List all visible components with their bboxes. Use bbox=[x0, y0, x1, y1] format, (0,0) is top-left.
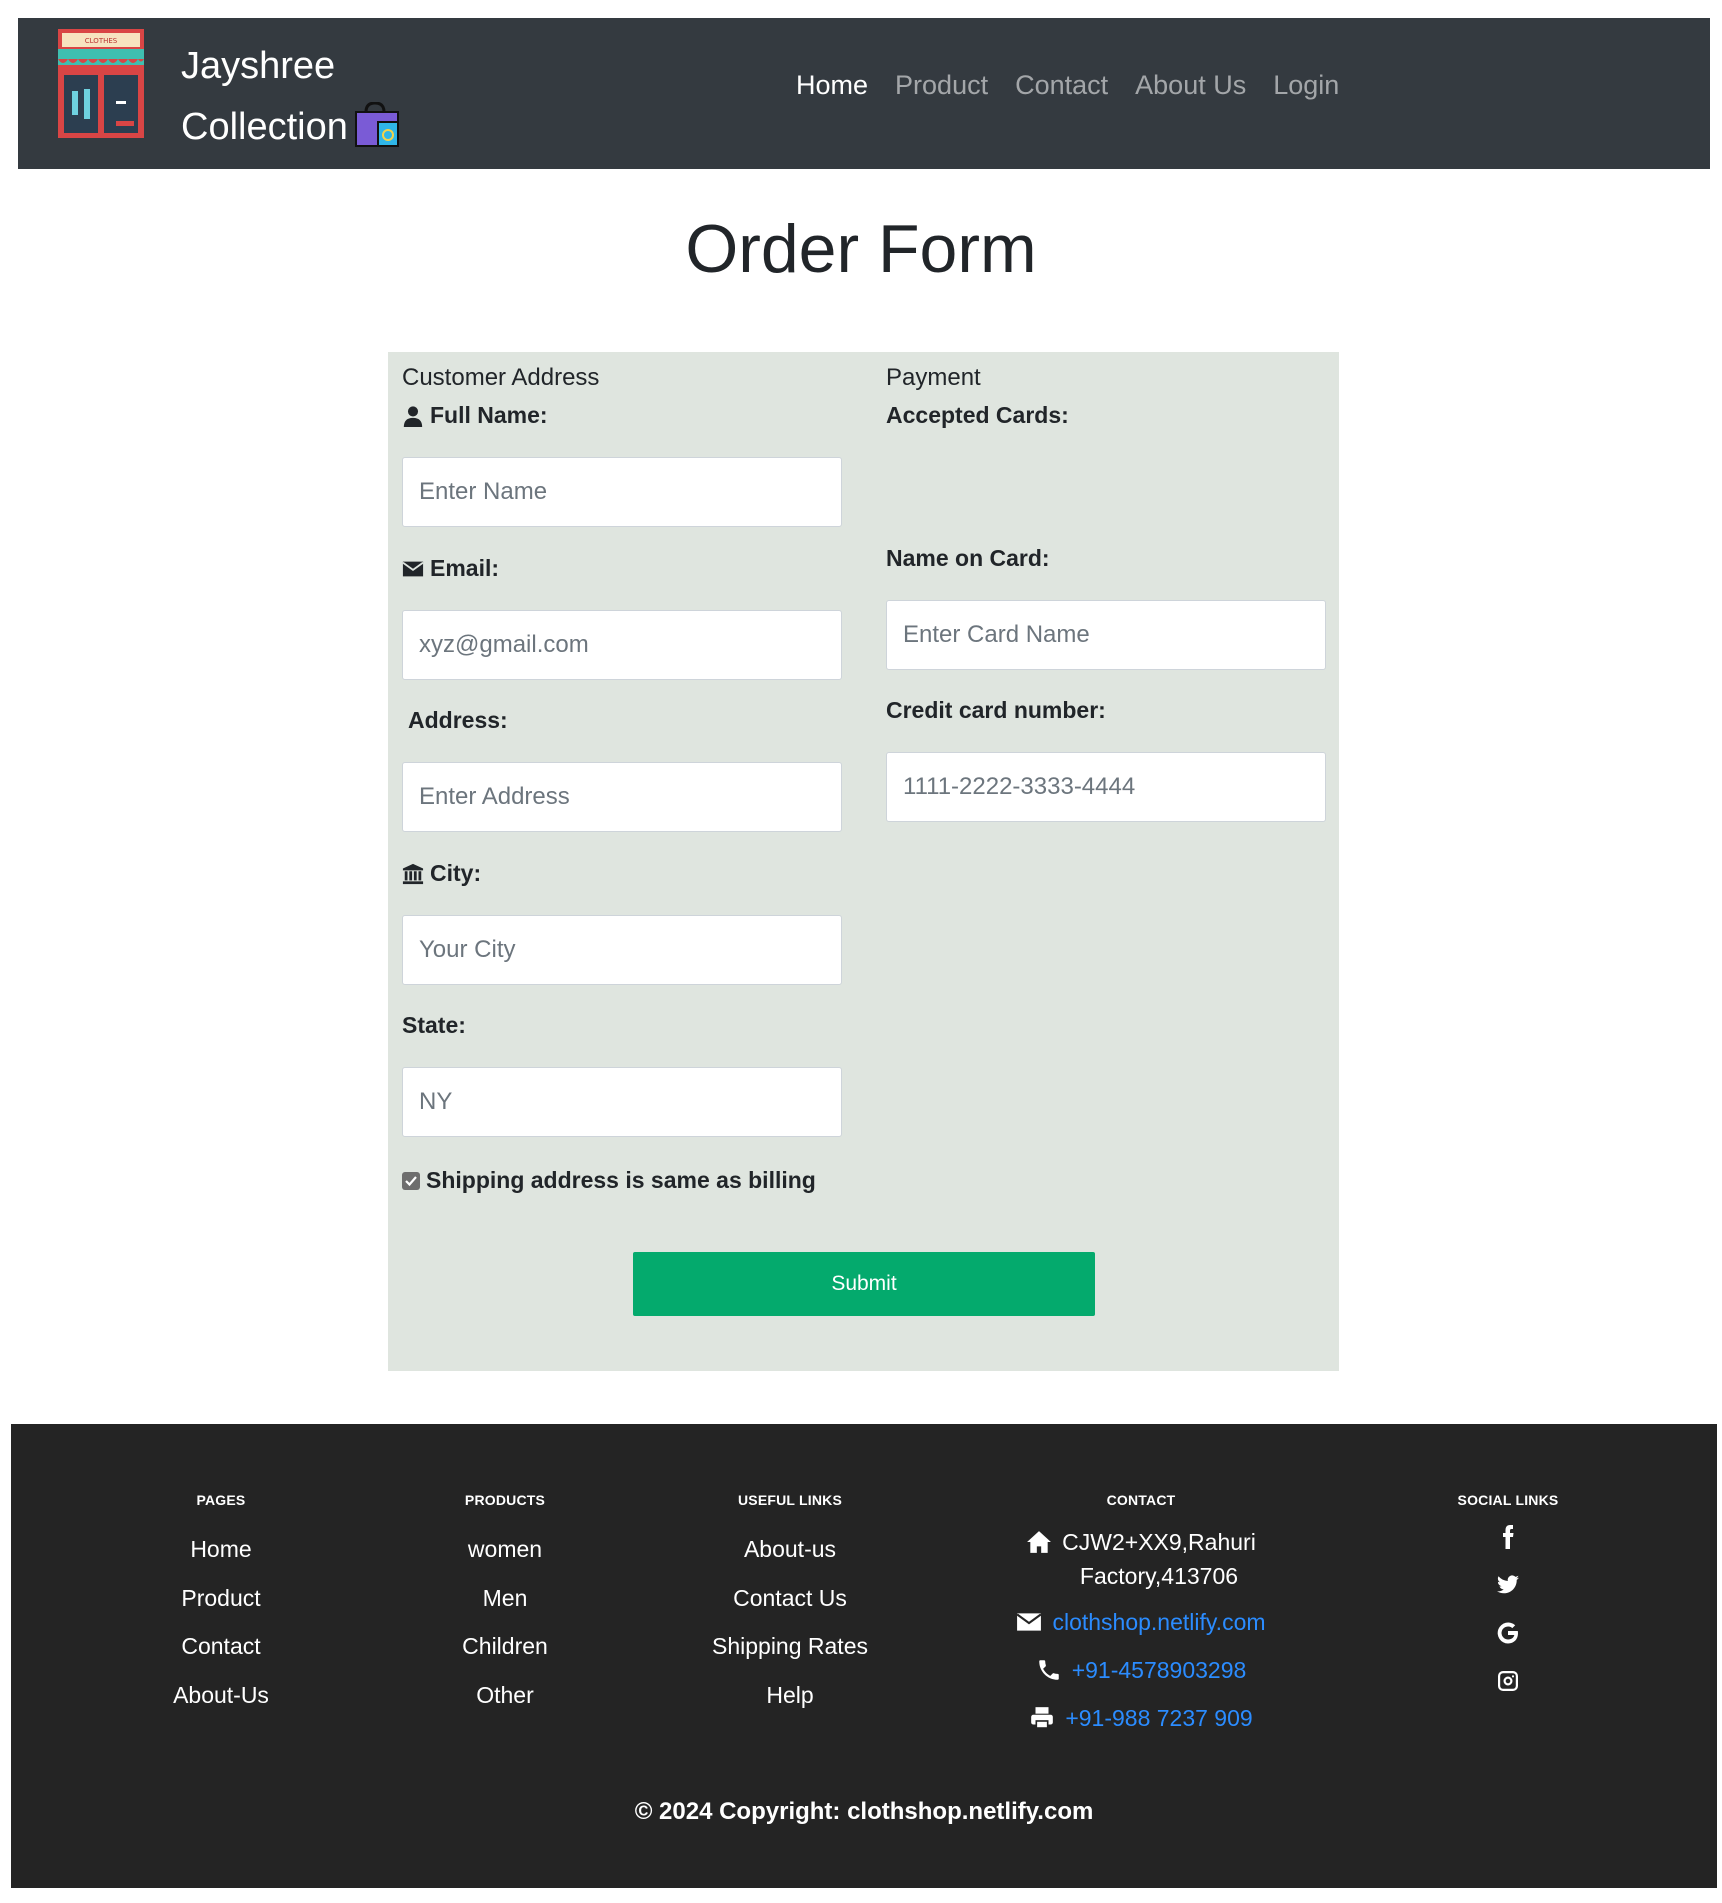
same-address-label: Shipping address is same as billing bbox=[426, 1167, 816, 1193]
footer-link-other[interactable]: Other bbox=[405, 1671, 605, 1720]
phone-icon bbox=[1038, 1660, 1059, 1680]
footer-link-contact-us[interactable]: Contact Us bbox=[680, 1574, 900, 1623]
card-number-input[interactable] bbox=[886, 752, 1326, 822]
twitter-icon[interactable] bbox=[1496, 1573, 1520, 1597]
shopping-bag-icon bbox=[354, 101, 400, 148]
brand-line-1: Jayshree bbox=[181, 45, 336, 87]
nav-login[interactable]: Login bbox=[1273, 70, 1339, 101]
card-name-label-text: Name on Card: bbox=[886, 545, 1050, 571]
institution-icon bbox=[402, 863, 424, 884]
full-name-label-text: Full Name: bbox=[430, 402, 548, 428]
city-label: City: bbox=[402, 860, 481, 887]
accepted-cards-label-text: Accepted Cards: bbox=[886, 402, 1069, 428]
contact-address-line2: Factory,413706 bbox=[1079, 1563, 1239, 1589]
full-name-input[interactable] bbox=[402, 457, 842, 527]
user-icon bbox=[403, 405, 423, 427]
customer-address-heading: Customer Address bbox=[402, 364, 600, 391]
facebook-icon[interactable] bbox=[1496, 1525, 1520, 1549]
footer-useful-links: USEFUL LINKS About-us Contact Us Shippin… bbox=[680, 1492, 900, 1719]
card-name-label: Name on Card: bbox=[886, 545, 1050, 572]
footer-link-women[interactable]: women bbox=[405, 1525, 605, 1574]
address-label-text: Address: bbox=[408, 707, 508, 733]
full-name-label: Full Name: bbox=[402, 402, 548, 429]
contact-fax: +91-988 7237 909 bbox=[1001, 1701, 1281, 1735]
envelope-icon bbox=[1016, 1613, 1043, 1631]
order-form: Customer Address Full Name: Email: Addre… bbox=[388, 352, 1339, 1371]
same-address-row: Shipping address is same as billing bbox=[402, 1167, 816, 1194]
google-icon[interactable] bbox=[1496, 1621, 1520, 1645]
footer-social: SOCIAL LINKS bbox=[1398, 1492, 1618, 1693]
footer-products: PRODUCTS women Men Children Other bbox=[405, 1492, 605, 1719]
footer-link-about-us-2[interactable]: About-us bbox=[680, 1525, 900, 1574]
envelope-icon bbox=[402, 561, 424, 576]
instagram-icon[interactable] bbox=[1496, 1669, 1520, 1693]
state-input[interactable] bbox=[402, 1067, 842, 1137]
contact-address: CJW2+XX9,Rahuri Factory,413706 bbox=[1001, 1525, 1281, 1593]
footer-link-about-us[interactable]: About-Us bbox=[121, 1671, 321, 1720]
check-icon bbox=[405, 1175, 417, 1186]
store-logo[interactable]: CLOTHES bbox=[58, 29, 144, 138]
contact-phone: +91-4578903298 bbox=[1001, 1653, 1281, 1687]
state-label-text: State: bbox=[402, 1012, 466, 1038]
payment-heading: Payment bbox=[886, 364, 981, 391]
email-label-text: Email: bbox=[430, 555, 500, 581]
printer-icon bbox=[1031, 1707, 1054, 1729]
nav-home[interactable]: Home bbox=[796, 70, 868, 101]
nav-about-us[interactable]: About Us bbox=[1135, 70, 1246, 101]
copyright: © 2024 Copyright: clothshop.netlify.com bbox=[634, 1798, 1094, 1825]
footer: PAGES Home Product Contact About-Us PROD… bbox=[11, 1424, 1717, 1888]
footer-contact-heading: CONTACT bbox=[1106, 1492, 1176, 1508]
city-label-text: City: bbox=[430, 860, 482, 886]
home-icon bbox=[1027, 1531, 1052, 1553]
page-title: Order Form bbox=[685, 211, 1037, 287]
footer-link-help[interactable]: Help bbox=[680, 1671, 900, 1720]
nav-product[interactable]: Product bbox=[895, 70, 988, 101]
card-number-label: Credit card number: bbox=[886, 697, 1106, 724]
contact-email: clothshop.netlify.com bbox=[1001, 1605, 1281, 1639]
footer-pages: PAGES Home Product Contact About-Us bbox=[121, 1492, 321, 1719]
footer-useful-links-heading: USEFUL LINKS bbox=[737, 1492, 843, 1508]
svg-text:CLOTHES: CLOTHES bbox=[85, 37, 118, 45]
footer-products-heading: PRODUCTS bbox=[464, 1492, 546, 1508]
brand-line-2: Collection bbox=[181, 106, 348, 148]
address-input[interactable] bbox=[402, 762, 842, 832]
email-label: Email: bbox=[402, 555, 499, 582]
navbar: CLOTHES Jayshree Collection Home Product… bbox=[18, 18, 1710, 169]
footer-social-heading: SOCIAL LINKS bbox=[1457, 1492, 1559, 1508]
card-name-input[interactable] bbox=[886, 600, 1326, 670]
footer-link-shipping-rates[interactable]: Shipping Rates bbox=[680, 1622, 900, 1671]
card-number-label-text: Credit card number: bbox=[886, 697, 1106, 723]
state-label: State: bbox=[402, 1012, 466, 1039]
nav-contact[interactable]: Contact bbox=[1015, 70, 1108, 101]
contact-phone-link[interactable]: +91-4578903298 bbox=[1072, 1653, 1247, 1687]
footer-link-men[interactable]: Men bbox=[405, 1574, 605, 1623]
footer-link-children[interactable]: Children bbox=[405, 1622, 605, 1671]
footer-link-product[interactable]: Product bbox=[121, 1574, 321, 1623]
footer-contact: CONTACT CJW2+XX9,Rahuri Factory,413706 c… bbox=[1001, 1492, 1281, 1735]
footer-link-contact[interactable]: Contact bbox=[121, 1622, 321, 1671]
city-input[interactable] bbox=[402, 915, 842, 985]
nav-links: Home Product Contact About Us Login bbox=[796, 70, 1339, 101]
address-label: Address: bbox=[408, 707, 508, 734]
footer-link-home[interactable]: Home bbox=[121, 1525, 321, 1574]
accepted-cards-label: Accepted Cards: bbox=[886, 402, 1069, 429]
contact-email-link[interactable]: clothshop.netlify.com bbox=[1052, 1605, 1265, 1639]
contact-address-line1: CJW2+XX9,Rahuri bbox=[1062, 1529, 1256, 1555]
submit-button[interactable]: Submit bbox=[633, 1252, 1095, 1316]
footer-pages-heading: PAGES bbox=[196, 1492, 246, 1508]
email-input[interactable] bbox=[402, 610, 842, 680]
same-address-checkbox[interactable] bbox=[402, 1171, 420, 1190]
contact-fax-link[interactable]: +91-988 7237 909 bbox=[1065, 1701, 1252, 1735]
storefront-icon: CLOTHES bbox=[58, 29, 144, 138]
brand-name[interactable]: Jayshree Collection bbox=[181, 36, 400, 158]
